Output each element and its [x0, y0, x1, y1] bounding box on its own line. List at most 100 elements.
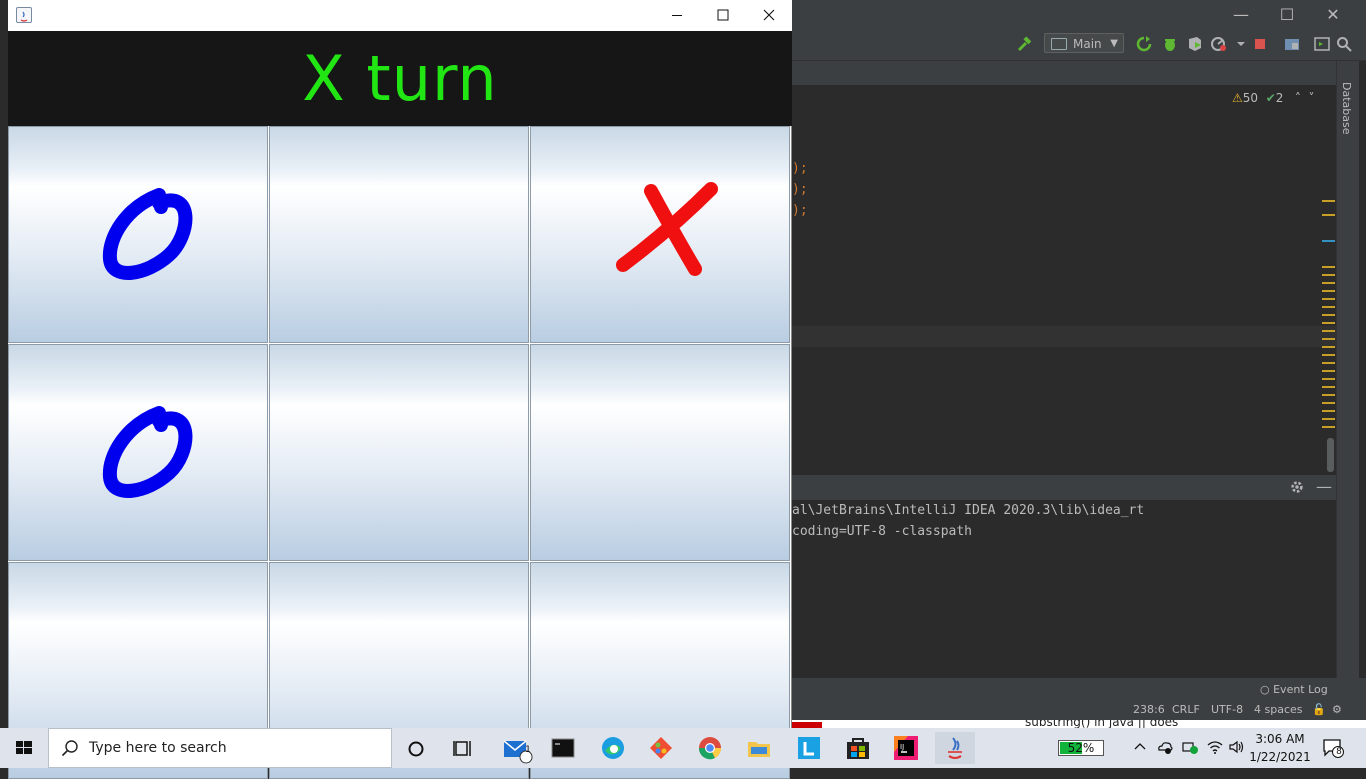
code-fragment: ); — [792, 182, 808, 197]
ide-maximize-button[interactable]: ☐ — [1264, 0, 1310, 30]
error-stripe-mark[interactable] — [1322, 410, 1335, 412]
board-cell[interactable] — [269, 126, 529, 343]
error-stripe-mark[interactable] — [1322, 354, 1335, 356]
error-stripe-mark[interactable] — [1322, 394, 1335, 396]
error-stripe-mark[interactable] — [1322, 346, 1335, 348]
caret-position[interactable]: 238:6 — [1133, 703, 1165, 716]
store-icon[interactable] — [838, 732, 878, 764]
chevron-down-icon[interactable] — [1233, 36, 1249, 52]
inspector-icon[interactable]: ⚙ — [1332, 703, 1342, 716]
edge-icon[interactable] — [593, 732, 633, 764]
code-fragment: ); — [792, 203, 808, 218]
error-stripe-mark[interactable] — [1322, 290, 1335, 292]
taskbar-search[interactable]: Type here to search — [48, 728, 392, 768]
game-board — [8, 126, 792, 779]
run-anything-icon[interactable] — [1314, 36, 1330, 52]
error-stripe-mark[interactable] — [1322, 298, 1335, 300]
inspection-widget[interactable]: ⚠50 ✔2 ˄ ˅ — [1232, 91, 1314, 105]
hide-panel-icon[interactable]: — — [1316, 477, 1332, 496]
build-hammer-icon[interactable] — [1016, 36, 1032, 52]
system-clock[interactable]: 3:06 AM 1/22/2021 — [1246, 730, 1314, 766]
ide-close-button[interactable]: ✕ — [1310, 0, 1356, 30]
close-button[interactable] — [746, 0, 792, 31]
error-stripe-mark[interactable] — [1322, 426, 1335, 428]
chrome-icon[interactable] — [690, 732, 730, 764]
board-cell[interactable] — [530, 344, 790, 561]
error-stripe-mark[interactable] — [1322, 282, 1335, 284]
console-line: al\JetBrains\IntelliJ IDEA 2020.3\lib\id… — [792, 503, 1145, 518]
chevron-up-icon[interactable]: ˄ — [1295, 91, 1301, 105]
code-editor[interactable]: ); ); ); — [792, 85, 1336, 475]
cortana-icon[interactable] — [396, 732, 436, 764]
windows-logo-icon — [16, 741, 32, 754]
coverage-icon[interactable] — [1187, 36, 1203, 52]
file-encoding[interactable]: UTF-8 — [1211, 703, 1243, 716]
search-icon[interactable] — [1336, 36, 1352, 52]
error-stripe-mark[interactable] — [1322, 314, 1335, 316]
error-stripe-mark[interactable] — [1322, 418, 1335, 420]
turn-label: X turn — [302, 42, 498, 115]
editor-scrollbar[interactable] — [1327, 438, 1334, 472]
board-cell-o[interactable] — [8, 126, 268, 343]
wifi-icon[interactable] — [1206, 739, 1224, 755]
onedrive-sync-icon[interactable] — [1156, 739, 1174, 755]
mail-badge: 1 — [525, 745, 531, 755]
java-app-icon[interactable] — [935, 732, 975, 764]
chevron-down-icon[interactable]: ˅ — [1308, 91, 1314, 105]
error-stripe-mark[interactable] — [1322, 322, 1335, 324]
database-tool-tab[interactable]: Database — [1340, 82, 1353, 135]
debug-bug-icon[interactable] — [1162, 36, 1178, 52]
battery-indicator[interactable]: 52% — [1058, 740, 1104, 756]
search-placeholder: Type here to search — [89, 740, 227, 756]
error-stripe-mark[interactable] — [1322, 200, 1335, 202]
l-app-icon[interactable] — [789, 732, 829, 764]
right-tool-rail — [1336, 61, 1359, 701]
run-console[interactable]: al\JetBrains\IntelliJ IDEA 2020.3\lib\id… — [792, 500, 1336, 678]
stop-icon[interactable] — [1252, 36, 1268, 52]
run-tool-header: — — [792, 475, 1336, 500]
board-cell-x[interactable] — [530, 126, 790, 343]
project-structure-icon[interactable] — [1284, 36, 1300, 52]
error-stripe-mark[interactable] — [1322, 338, 1335, 340]
event-log-button[interactable]: ○ Event Log — [1260, 683, 1328, 696]
error-stripe-mark[interactable] — [1322, 386, 1335, 388]
ide-minimize-button[interactable]: — — [1218, 0, 1264, 30]
error-stripe-mark[interactable] — [1322, 402, 1335, 404]
warning-count: 50 — [1242, 91, 1259, 105]
lock-icon[interactable]: 🔓 — [1312, 703, 1326, 716]
error-stripe-mark[interactable] — [1322, 240, 1335, 242]
gear-icon[interactable] — [1290, 480, 1304, 494]
chevron-down-icon: ▼ — [1110, 38, 1118, 49]
volume-icon[interactable] — [1228, 739, 1246, 755]
run-configuration-select[interactable]: Main ▼ — [1044, 33, 1124, 53]
error-stripe-mark[interactable] — [1322, 330, 1335, 332]
chevron-up-icon[interactable] — [1132, 739, 1148, 755]
board-cell[interactable] — [269, 344, 529, 561]
o-mark — [102, 406, 193, 498]
current-line-highlight — [792, 326, 1336, 347]
error-stripe-mark[interactable] — [1322, 274, 1335, 276]
intellij-icon[interactable]: IJ — [886, 732, 926, 764]
error-stripe-mark[interactable] — [1322, 266, 1335, 268]
error-stripe-mark[interactable] — [1322, 306, 1335, 308]
maximize-button[interactable] — [700, 0, 746, 31]
profile-icon[interactable] — [1211, 36, 1227, 52]
error-stripe-mark[interactable] — [1322, 378, 1335, 380]
defender-icon[interactable] — [1181, 739, 1199, 755]
x-mark — [616, 182, 718, 276]
indent-setting[interactable]: 4 spaces — [1254, 703, 1303, 716]
git-icon[interactable] — [641, 732, 681, 764]
background-browser-strip: substring() in java || does — [792, 720, 1366, 728]
line-separator[interactable]: CRLF — [1172, 703, 1200, 716]
file-explorer-icon[interactable] — [739, 732, 779, 764]
task-view-icon[interactable] — [443, 732, 483, 764]
minimize-button[interactable] — [654, 0, 700, 31]
error-stripe-mark[interactable] — [1322, 362, 1335, 364]
board-cell-o[interactable] — [8, 344, 268, 561]
start-button[interactable] — [0, 728, 48, 768]
clock-date: 1/22/2021 — [1249, 750, 1311, 764]
error-stripe-mark[interactable] — [1322, 370, 1335, 372]
error-stripe-mark[interactable] — [1322, 214, 1335, 216]
terminal-icon[interactable] — [543, 732, 583, 764]
rerun-icon[interactable] — [1136, 36, 1152, 52]
